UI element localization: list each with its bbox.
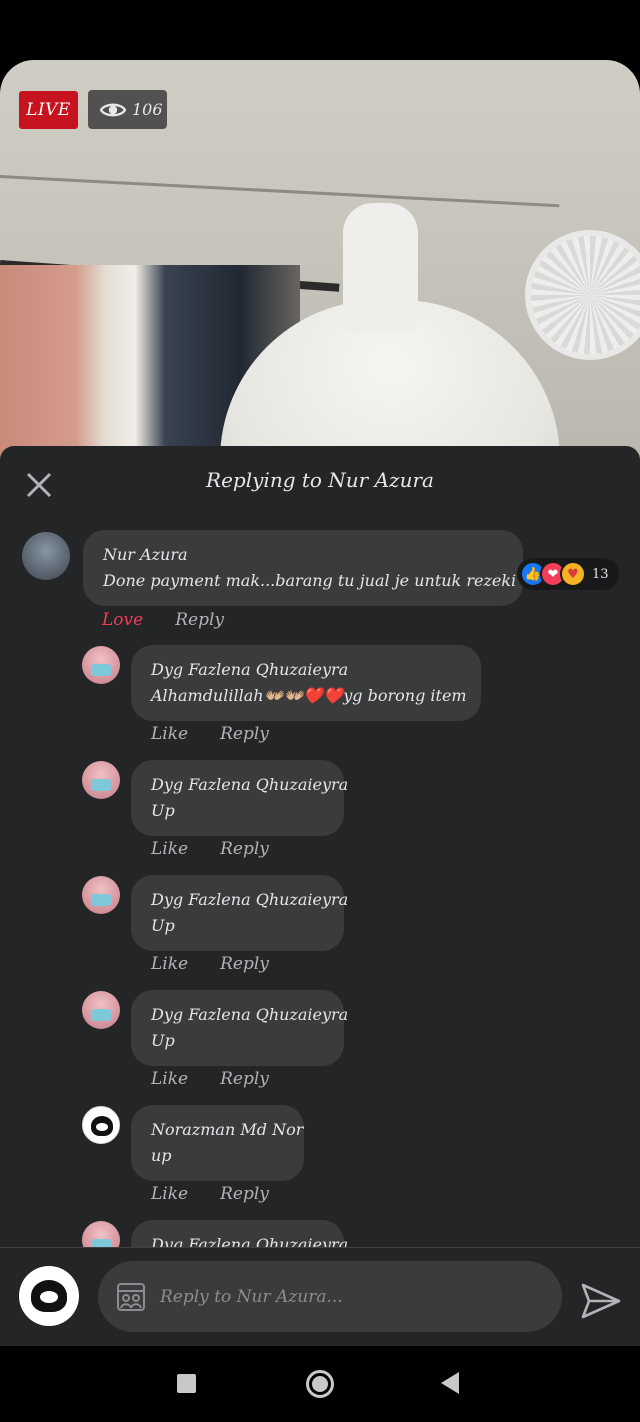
android-nav-bar <box>0 1346 640 1422</box>
comment-author[interactable]: Dyg Fazlena Qhuzaieyra <box>151 657 461 683</box>
reaction-summary[interactable]: 👍 ❤ ♥ 13 <box>517 558 619 590</box>
comment-text: Alhamdulillah👐🏼👐🏼❤️❤️yg borong item <box>151 686 467 705</box>
like-button[interactable]: Like <box>151 724 188 744</box>
comment-text: Up <box>151 916 175 935</box>
home-icon[interactable] <box>306 1370 334 1398</box>
viewer-count-badge: 106 <box>88 90 167 129</box>
back-icon[interactable] <box>441 1372 459 1394</box>
like-button[interactable]: Like <box>151 954 188 974</box>
avatar[interactable] <box>22 532 70 580</box>
comment-author[interactable]: Dyg Fazlena Qhuzaieyra <box>151 887 348 913</box>
wall-fan <box>525 230 640 360</box>
reply-actions: Like Reply <box>151 1184 269 1204</box>
reply-bubble[interactable]: Dyg Fazlena Qhuzaieyra Up <box>131 875 348 951</box>
avatar[interactable] <box>82 991 120 1029</box>
sticker-icon[interactable] <box>116 1282 146 1312</box>
reply-button[interactable]: Reply <box>220 1184 269 1204</box>
main-comment-actions: Love Reply <box>102 610 224 630</box>
reply-button[interactable]: Reply <box>220 724 269 744</box>
mannequin-neck <box>343 203 418 333</box>
reply-bubble[interactable]: Dyg Fazlena Qhuzaieyra Alhamdulillah👐🏼👐🏼… <box>131 645 481 721</box>
reply-bubble[interactable]: Norazman Md Nor up <box>131 1105 304 1181</box>
comment-text: up <box>151 1146 172 1165</box>
comment-text: Done payment mak...barang tu jual je unt… <box>103 571 556 590</box>
comment-thread[interactable]: Nur Azura Done payment mak...barang tu j… <box>0 520 640 1247</box>
avatar[interactable] <box>82 1221 120 1247</box>
comment-author[interactable]: Dyg Fazlena Qhuzaieyra <box>151 1232 348 1247</box>
reply-actions: Like Reply <box>151 839 269 859</box>
reply-bubble[interactable]: Dyg Fazlena Qhuzaieyra <box>131 1220 348 1247</box>
reaction-count: 13 <box>592 566 609 582</box>
panel-title: Replying to Nur Azura <box>206 468 434 492</box>
love-button[interactable]: Love <box>102 610 143 630</box>
reply-button[interactable]: Reply <box>220 839 269 859</box>
reply-bubble[interactable]: Dyg Fazlena Qhuzaieyra Up <box>131 760 348 836</box>
like-button[interactable]: Like <box>151 1184 188 1204</box>
reply-button[interactable]: Reply <box>220 1069 269 1089</box>
send-icon <box>581 1283 621 1319</box>
avatar[interactable] <box>82 646 120 684</box>
current-user-avatar <box>19 1266 79 1326</box>
recents-icon[interactable] <box>177 1374 196 1393</box>
comment-text: Up <box>151 1031 175 1050</box>
reply-button[interactable]: Reply <box>220 954 269 974</box>
comment-author[interactable]: Nur Azura <box>103 542 503 568</box>
avatar[interactable] <box>82 761 120 799</box>
reply-actions: Like Reply <box>151 1069 269 1089</box>
main-comment-bubble[interactable]: Nur Azura Done payment mak...barang tu j… <box>83 530 556 606</box>
care-reaction-icon: ♥ <box>560 561 586 587</box>
video-scene <box>0 175 560 208</box>
reply-composer: Reply to Nur Azura... <box>0 1247 640 1346</box>
reply-bubble[interactable]: Dyg Fazlena Qhuzaieyra Up <box>131 990 348 1066</box>
avatar[interactable] <box>82 876 120 914</box>
like-button[interactable]: Like <box>151 1069 188 1089</box>
comment-author[interactable]: Dyg Fazlena Qhuzaieyra <box>151 772 348 798</box>
send-button[interactable] <box>580 1282 622 1320</box>
reply-button[interactable]: Reply <box>175 610 224 630</box>
reply-actions: Like Reply <box>151 954 269 974</box>
reply-input-placeholder: Reply to Nur Azura... <box>160 1286 343 1307</box>
viewer-count: 106 <box>132 100 163 119</box>
reply-input[interactable]: Reply to Nur Azura... <box>98 1261 562 1332</box>
live-badge: LIVE <box>19 91 78 129</box>
comment-author[interactable]: Norazman Md Nor <box>151 1117 303 1143</box>
comment-author[interactable]: Dyg Fazlena Qhuzaieyra <box>151 1002 348 1028</box>
reply-actions: Like Reply <box>151 724 269 744</box>
status-bar <box>0 0 640 60</box>
comment-text: Up <box>151 801 175 820</box>
avatar[interactable] <box>82 1106 120 1144</box>
like-button[interactable]: Like <box>151 839 188 859</box>
eye-icon <box>100 103 126 116</box>
